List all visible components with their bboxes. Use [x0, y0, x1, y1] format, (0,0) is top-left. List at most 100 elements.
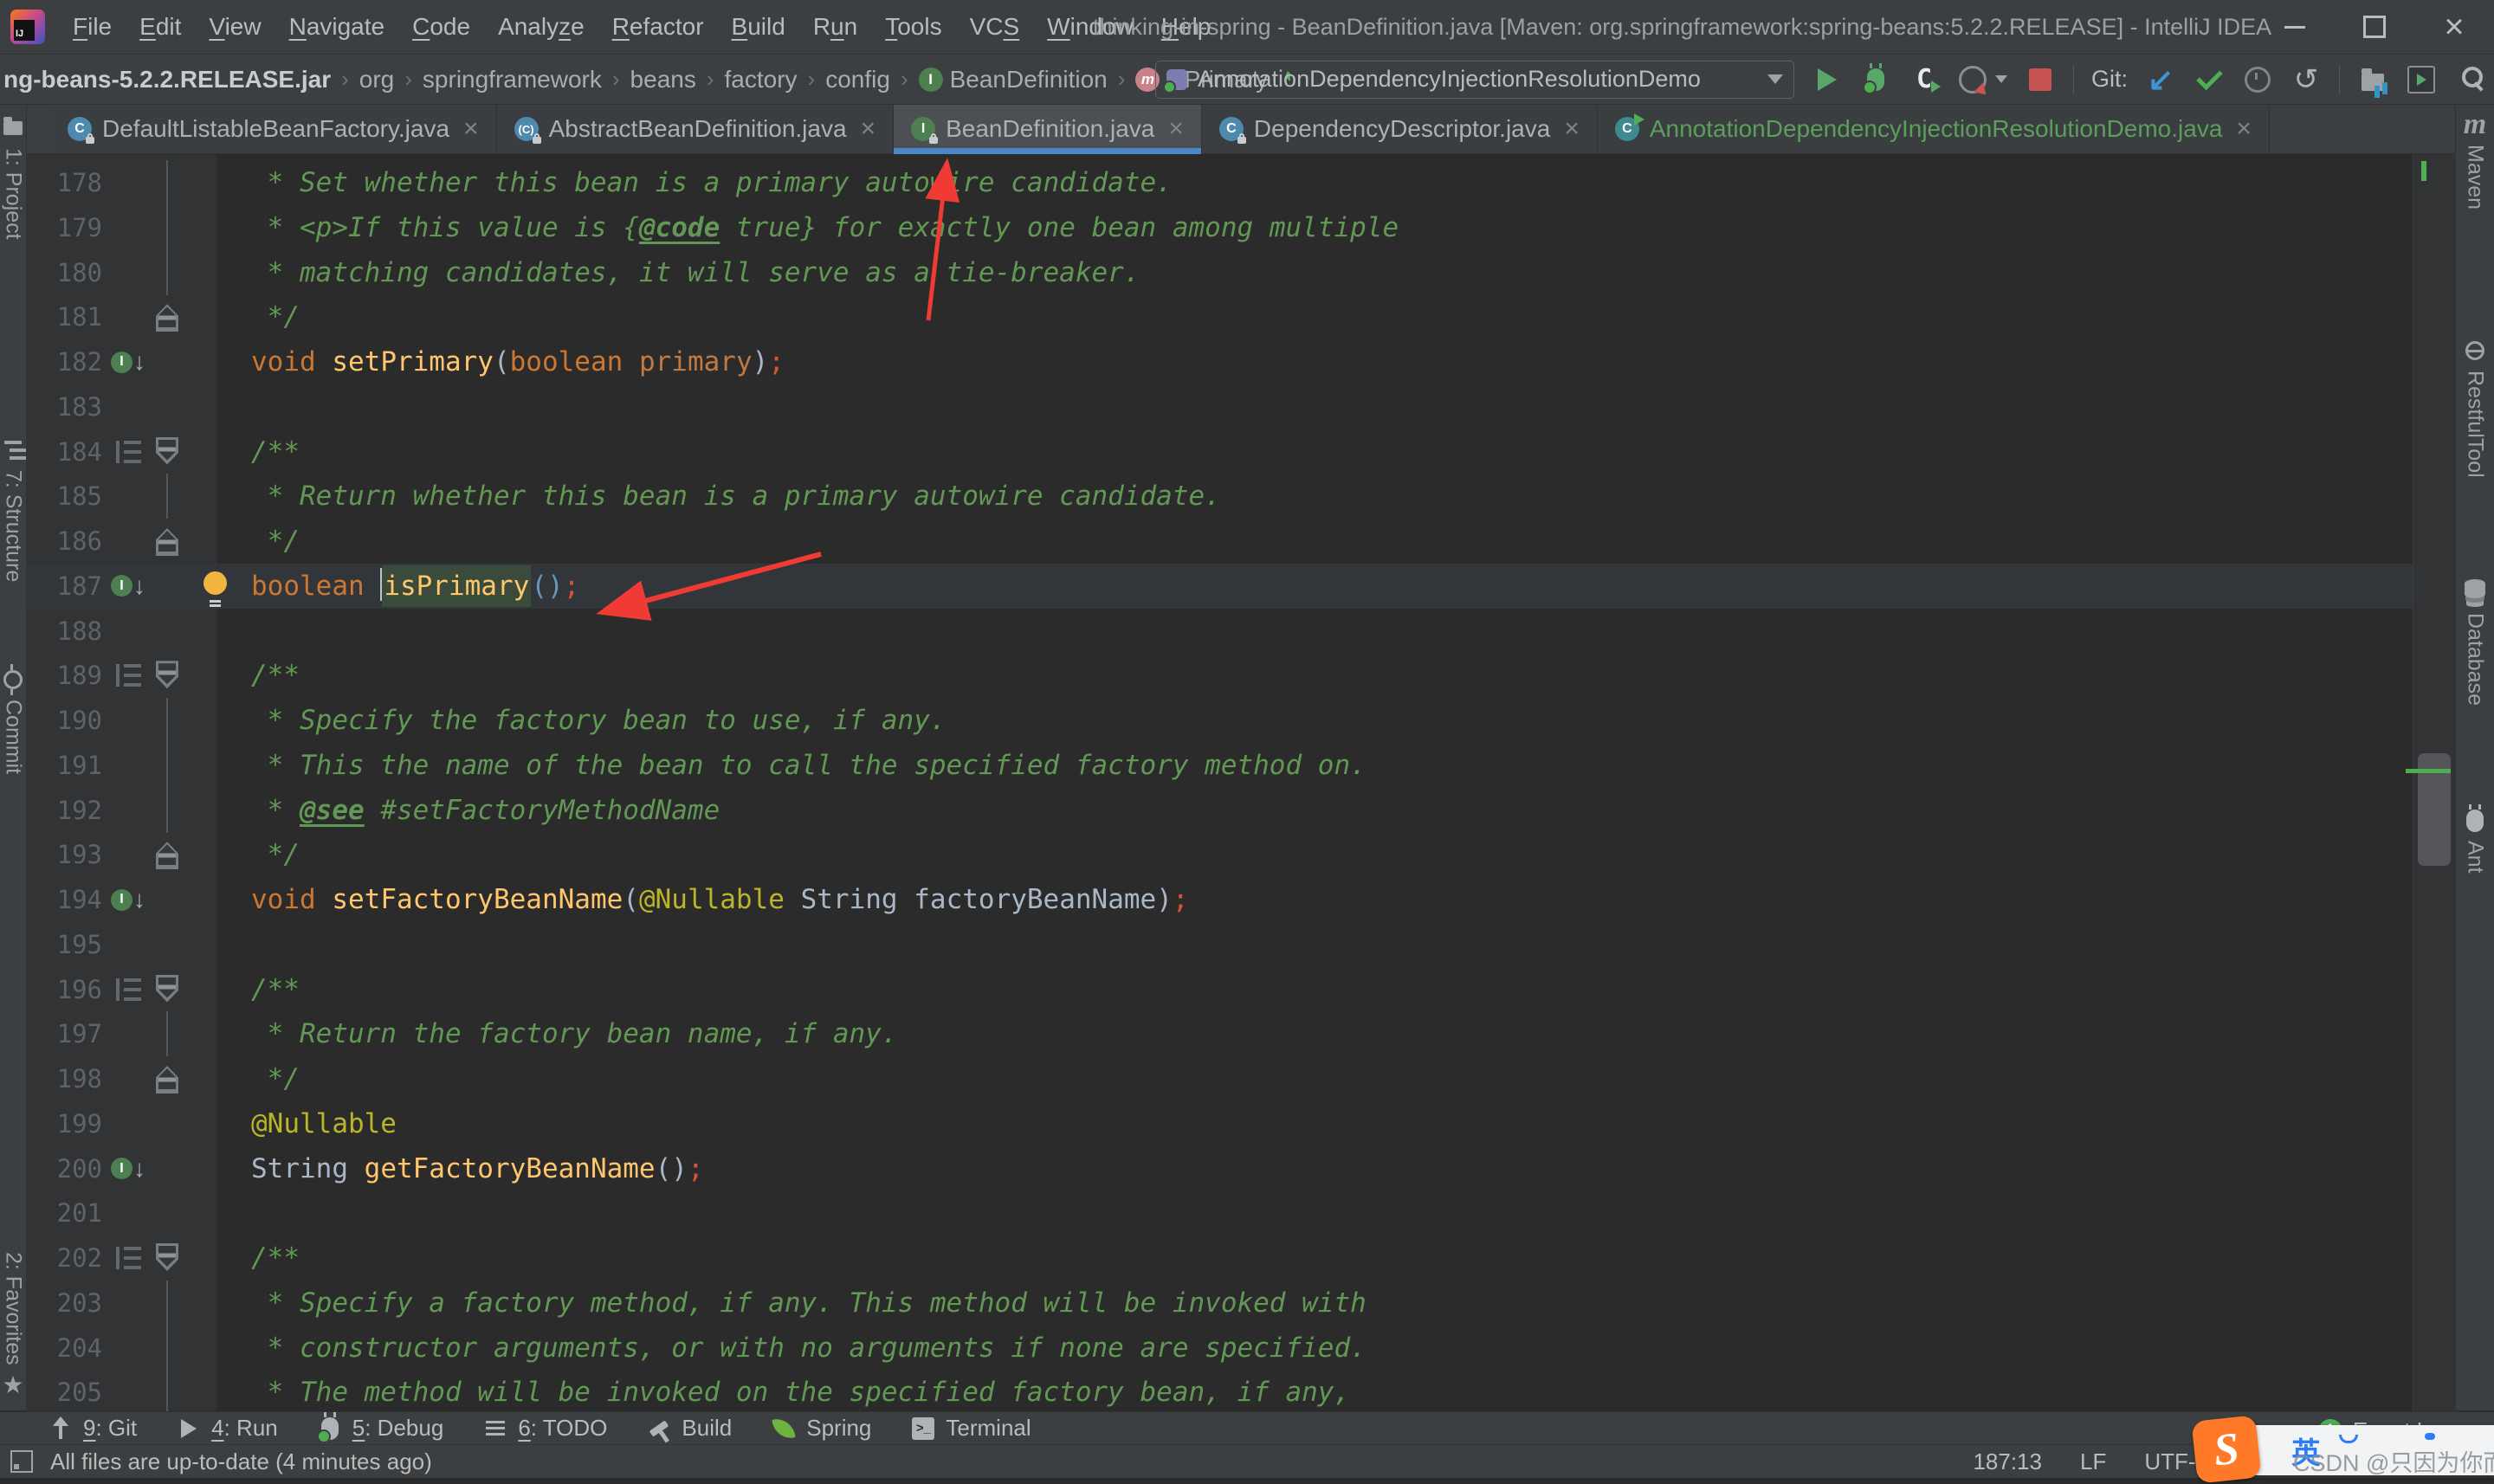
- toolwindow-button-todo[interactable]: 6: TODO: [483, 1415, 607, 1442]
- line-number[interactable]: 197: [26, 1011, 102, 1056]
- line-number[interactable]: 189: [26, 653, 102, 698]
- breadcrumb-item[interactable]: springframework: [423, 66, 602, 94]
- code-editor[interactable]: 177/**178 * Set whether this bean is a p…: [26, 154, 2456, 1411]
- line-number[interactable]: 192: [26, 788, 102, 833]
- rollback-button[interactable]: ↺: [2290, 64, 2322, 95]
- tab-close-icon[interactable]: ×: [463, 114, 479, 144]
- menu-item-refactor[interactable]: Refactor: [600, 8, 716, 46]
- line-number[interactable]: 188: [26, 609, 102, 654]
- sidebar-item-structure[interactable]: 7: Structure: [1, 439, 26, 582]
- debug-button[interactable]: [1860, 62, 1891, 95]
- update-project-button[interactable]: ↙: [2145, 63, 2176, 95]
- gutter-doc-icon[interactable]: [109, 429, 154, 474]
- sidebar-item-restfultool[interactable]: RestfulTool: [2463, 339, 2488, 478]
- menu-item-file[interactable]: File: [61, 8, 124, 46]
- toolwindow-button-run[interactable]: 4: Run: [177, 1415, 278, 1442]
- line-number[interactable]: 178: [26, 160, 102, 205]
- fold-marker-icon[interactable]: [154, 1236, 180, 1281]
- search-everywhere-button[interactable]: [2454, 64, 2485, 95]
- menu-item-edit[interactable]: Edit: [127, 8, 193, 46]
- run-anything-button[interactable]: [2406, 64, 2437, 95]
- menu-item-navigate[interactable]: Navigate: [277, 8, 397, 46]
- menu-item-build[interactable]: Build: [720, 8, 798, 46]
- coverage-button[interactable]: C: [1909, 64, 1942, 95]
- minimize-icon[interactable]: [2255, 0, 2335, 54]
- gutter-doc-icon[interactable]: [109, 653, 154, 698]
- project-structure-button[interactable]: [2357, 64, 2388, 95]
- breadcrumb-item[interactable]: beans: [630, 66, 696, 94]
- breadcrumb-item[interactable]: I BeanDefinition: [918, 66, 1108, 94]
- profiler-dropdown-icon[interactable]: [1994, 75, 2007, 83]
- toolwindow-button-spring[interactable]: Spring: [772, 1415, 871, 1442]
- tool-window-toggle-icon[interactable]: [10, 1450, 33, 1473]
- profiler-button[interactable]: [1957, 64, 1988, 95]
- line-number[interactable]: 202: [26, 1236, 102, 1281]
- line-number[interactable]: 180: [26, 250, 102, 295]
- line-separator[interactable]: LF: [2080, 1449, 2106, 1475]
- tab-close-icon[interactable]: ×: [861, 114, 876, 144]
- breadcrumb-item[interactable]: org: [359, 66, 394, 94]
- menu-item-view[interactable]: View: [197, 8, 273, 46]
- history-button[interactable]: [2242, 64, 2273, 95]
- toolwindow-button-git[interactable]: 9: Git: [48, 1415, 137, 1442]
- gutter-doc-icon[interactable]: [109, 1236, 154, 1281]
- line-number[interactable]: 201: [26, 1190, 102, 1236]
- intention-bulb-icon[interactable]: [204, 571, 227, 603]
- line-number[interactable]: 184: [26, 429, 102, 474]
- commit-button[interactable]: [2194, 63, 2225, 95]
- line-number[interactable]: 194: [26, 877, 102, 922]
- line-number[interactable]: 181: [26, 294, 102, 339]
- line-number[interactable]: 200: [26, 1146, 102, 1191]
- implemented-marker-icon[interactable]: I ↓: [109, 877, 154, 922]
- inspections-ok-icon[interactable]: [2421, 161, 2426, 181]
- line-number[interactable]: 186: [26, 519, 102, 564]
- menu-item-tools[interactable]: Tools: [873, 8, 953, 46]
- fold-marker-icon[interactable]: [154, 653, 180, 698]
- run-configuration-select[interactable]: AnnotationDependencyInjectionResolutionD…: [1154, 60, 1794, 99]
- menu-item-vcs[interactable]: VCS: [958, 8, 1032, 46]
- breadcrumb-item[interactable]: factory: [725, 66, 798, 94]
- line-number[interactable]: 196: [26, 967, 102, 1012]
- sidebar-item-project[interactable]: 1: Project: [1, 117, 26, 240]
- menu-item-analyze[interactable]: Analyze: [486, 8, 597, 46]
- tab-close-icon[interactable]: ×: [1168, 114, 1184, 144]
- fold-marker-icon[interactable]: [154, 429, 180, 474]
- tab-AbstractBeanDefinition.java[interactable]: (C) AbstractBeanDefinition.java ×: [496, 105, 895, 153]
- sogou-logo-icon[interactable]: S: [2191, 1415, 2262, 1484]
- toolwindow-button-debug[interactable]: 5: Debug: [316, 1411, 443, 1443]
- line-number[interactable]: 179: [26, 205, 102, 250]
- sidebar-item-ant[interactable]: Ant: [2463, 803, 2488, 873]
- tab-close-icon[interactable]: ×: [2236, 114, 2252, 144]
- maximize-icon[interactable]: [2335, 0, 2414, 54]
- line-number[interactable]: 191: [26, 743, 102, 788]
- fold-marker-icon[interactable]: [154, 294, 180, 339]
- tab-DependencyDescriptor.java[interactable]: C DependencyDescriptor.java ×: [1201, 105, 1598, 153]
- line-number[interactable]: 203: [26, 1281, 102, 1326]
- implemented-marker-icon[interactable]: I ↓: [109, 1146, 154, 1191]
- tab-close-icon[interactable]: ×: [1564, 114, 1580, 144]
- toolwindow-button-terminal[interactable]: >_ Terminal: [911, 1415, 1031, 1442]
- sidebar-item-maven[interactable]: m Maven: [2463, 108, 2488, 210]
- caret-position[interactable]: 187:13: [1973, 1449, 2042, 1475]
- breadcrumb-item[interactable]: config: [825, 66, 890, 94]
- tab-DefaultListableBeanFactory.java[interactable]: C DefaultListableBeanFactory.java ×: [50, 105, 497, 153]
- fold-marker-icon[interactable]: [154, 967, 180, 1012]
- stop-button[interactable]: [2025, 64, 2056, 95]
- implemented-marker-icon[interactable]: I ↓: [109, 564, 154, 609]
- line-number[interactable]: 187: [26, 564, 102, 609]
- sidebar-item-commit[interactable]: Commit: [1, 663, 26, 774]
- tab-AnnotationDependencyInjectionResolutionDemo.java[interactable]: C AnnotationDependencyInjectionResolution…: [1597, 105, 2270, 153]
- line-number[interactable]: 195: [26, 922, 102, 967]
- sidebar-item-favorites[interactable]: 2: Favorites ★: [1, 1252, 26, 1397]
- line-number[interactable]: 182: [26, 339, 102, 384]
- fold-marker-icon[interactable]: [154, 832, 180, 877]
- tab-BeanDefinition.java[interactable]: I BeanDefinition.java ×: [894, 105, 1202, 154]
- fold-marker-icon[interactable]: [154, 519, 180, 564]
- line-number[interactable]: 183: [26, 384, 102, 429]
- toolwindow-button-build[interactable]: Build: [647, 1415, 732, 1442]
- line-number[interactable]: 199: [26, 1101, 102, 1146]
- line-number[interactable]: 198: [26, 1056, 102, 1101]
- menu-item-code[interactable]: Code: [400, 8, 482, 46]
- menu-item-run[interactable]: Run: [801, 8, 869, 46]
- close-icon[interactable]: ×: [2414, 0, 2494, 54]
